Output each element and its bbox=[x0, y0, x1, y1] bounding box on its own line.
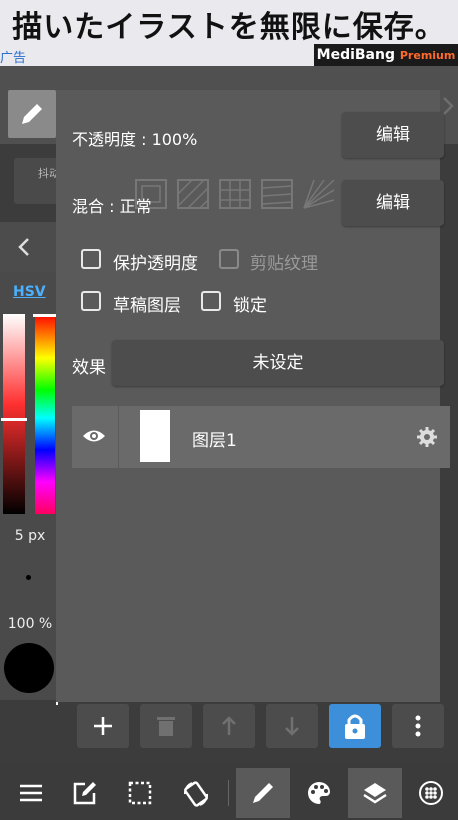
current-color-swatch[interactable] bbox=[4, 643, 54, 693]
palette-tab[interactable] bbox=[292, 768, 346, 818]
clipping-label: 剪贴纹理 bbox=[250, 254, 318, 274]
arrow-up-icon bbox=[222, 716, 236, 735]
lock-layer-checkbox[interactable] bbox=[201, 291, 221, 311]
sv-slider-handle[interactable] bbox=[1, 418, 27, 421]
layer-thumbnail bbox=[140, 410, 170, 462]
collapse-panel-button[interactable] bbox=[0, 222, 56, 272]
edit-button[interactable] bbox=[58, 768, 112, 818]
blend-label: 混合 : 正常 bbox=[72, 197, 152, 216]
edit-icon bbox=[73, 782, 96, 805]
lock-layer-label: 锁定 bbox=[233, 296, 267, 316]
selection-icon bbox=[128, 781, 152, 805]
clipping-checkbox bbox=[219, 249, 239, 269]
rotate-canvas-button[interactable] bbox=[168, 768, 222, 818]
ad-brand[interactable]: MediBang Premium bbox=[314, 44, 458, 66]
draft-layer-checkbox[interactable] bbox=[81, 291, 101, 311]
material-icon bbox=[419, 781, 443, 805]
layers-icon bbox=[363, 783, 387, 804]
selection-button[interactable] bbox=[113, 768, 167, 818]
chevron-left-icon bbox=[18, 238, 29, 256]
menu-icon bbox=[20, 784, 42, 802]
palette-icon bbox=[308, 782, 330, 804]
hue-slider-handle[interactable] bbox=[33, 314, 57, 317]
material-tab[interactable] bbox=[404, 768, 458, 818]
ad-title: 描いたイラストを無限に保存。 bbox=[12, 10, 446, 45]
blend-edit-button[interactable]: 编辑 bbox=[342, 180, 444, 226]
ad-tag: 广告 bbox=[0, 51, 27, 66]
effect-label: 效果 bbox=[72, 358, 106, 378]
draft-layer-label: 草稿图层 bbox=[113, 296, 181, 316]
delete-layer-button[interactable] bbox=[140, 704, 192, 748]
opacity-edit-button[interactable]: 编辑 bbox=[342, 112, 444, 158]
arrow-down-icon bbox=[285, 717, 299, 736]
brush-opacity-label: 100 % bbox=[7, 616, 53, 632]
layer-row-divider bbox=[118, 406, 119, 468]
protect-alpha-checkbox[interactable] bbox=[81, 249, 101, 269]
ad-banner[interactable]: 描いたイラストを無限に保存。 广告 MediBang Premium bbox=[0, 0, 458, 66]
layer-name: 图层1 bbox=[192, 431, 237, 451]
brush-size-preview bbox=[26, 575, 31, 580]
pen-tool-button[interactable] bbox=[8, 90, 56, 138]
effect-select-button[interactable]: 未设定 bbox=[112, 340, 444, 386]
hsv-toggle[interactable]: HSV bbox=[13, 284, 46, 300]
nav-divider bbox=[228, 780, 229, 806]
move-layer-up-button[interactable] bbox=[203, 704, 255, 748]
menu-button[interactable] bbox=[4, 768, 58, 818]
brush-tab[interactable] bbox=[236, 768, 290, 818]
pen-icon bbox=[22, 104, 42, 124]
ad-brand-suffix: Premium bbox=[399, 49, 456, 62]
opacity-label: 不透明度 : 100% bbox=[72, 130, 198, 149]
eye-icon[interactable] bbox=[82, 426, 106, 446]
lock-layer-button[interactable] bbox=[329, 704, 381, 748]
layers-tab[interactable] bbox=[348, 768, 402, 818]
hue-slider[interactable] bbox=[35, 314, 55, 514]
lock-mode-icons bbox=[135, 179, 335, 209]
layer-more-button[interactable] bbox=[392, 704, 444, 748]
add-layer-button[interactable] bbox=[77, 704, 129, 748]
layer-row[interactable] bbox=[72, 406, 450, 468]
protect-alpha-label: 保护透明度 bbox=[113, 254, 198, 274]
brush-icon bbox=[253, 783, 273, 803]
gear-icon[interactable] bbox=[416, 426, 438, 448]
saturation-value-slider[interactable] bbox=[3, 314, 25, 514]
trash-icon bbox=[157, 717, 175, 736]
more-vert-icon bbox=[415, 715, 421, 737]
lock-icon bbox=[345, 714, 365, 739]
layer-list bbox=[72, 468, 438, 690]
move-layer-down-button[interactable] bbox=[266, 704, 318, 748]
rotate-icon bbox=[183, 781, 209, 807]
add-icon bbox=[94, 717, 112, 735]
ad-brand-name: MediBang bbox=[316, 47, 395, 63]
brush-size-label: 5 px bbox=[14, 528, 46, 544]
